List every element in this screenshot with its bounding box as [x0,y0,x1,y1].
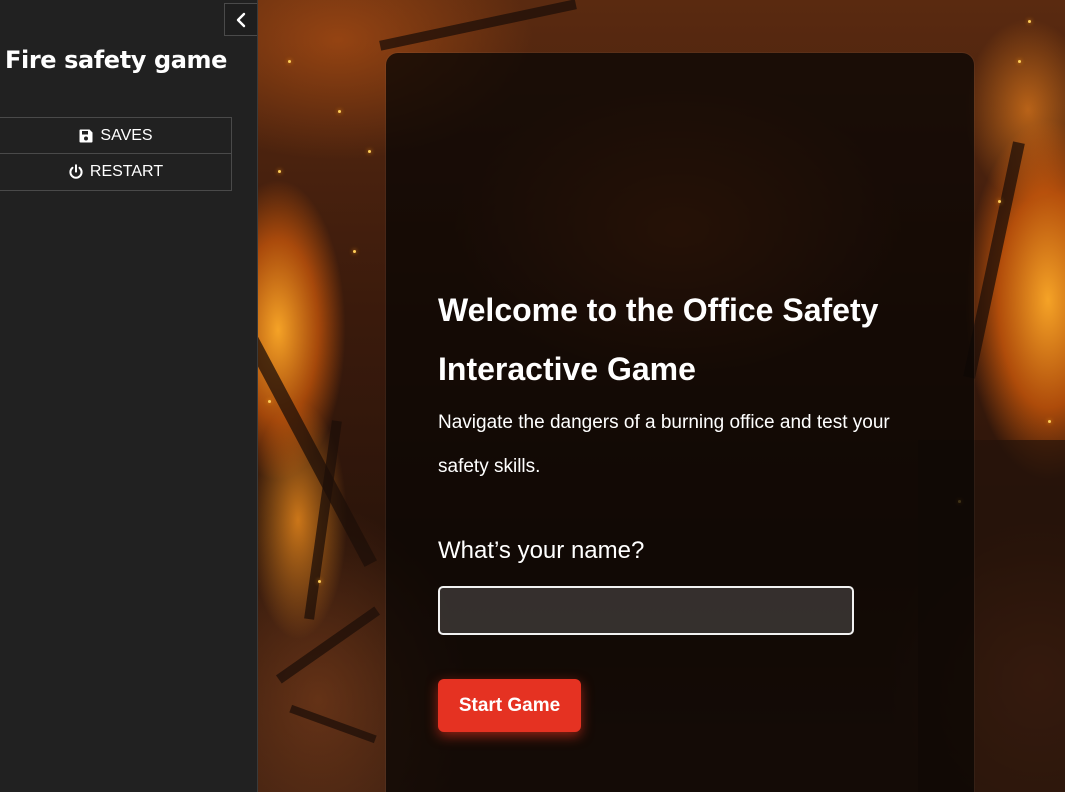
name-input[interactable] [438,586,854,635]
welcome-card: Welcome to the Office Safety Interactive… [386,53,974,792]
game-title: Fire safety game [5,46,228,74]
saves-button[interactable]: SAVES [0,117,232,154]
spark [338,110,341,113]
spark [998,200,1001,203]
sidebar: Fire safety game SAVES RESTART [0,0,258,792]
spark [318,580,321,583]
debris-beam [275,606,381,684]
spark [1048,420,1051,423]
collapse-sidebar-button[interactable] [224,3,257,36]
spark [368,150,371,153]
spark [268,400,271,403]
debris-beam [289,704,377,744]
name-prompt: What’s your name? [438,537,645,564]
debris-beam [379,0,577,51]
welcome-title: Welcome to the Office Safety Interactive… [438,292,879,387]
chevron-left-icon [234,12,248,28]
restart-label: RESTART [89,163,164,180]
restart-button[interactable]: RESTART [0,154,232,191]
spark [278,170,281,173]
spark [288,60,291,63]
power-icon [68,164,84,180]
saves-label: SAVES [100,126,153,144]
floppy-disk-icon [78,128,94,144]
spark [1018,60,1021,63]
start-game-button[interactable]: Start Game [438,679,581,732]
welcome-description: Navigate the dangers of a burning office… [438,412,890,477]
sidebar-menu: SAVES RESTART [0,117,232,191]
spark [353,250,356,253]
spark [1028,20,1031,23]
